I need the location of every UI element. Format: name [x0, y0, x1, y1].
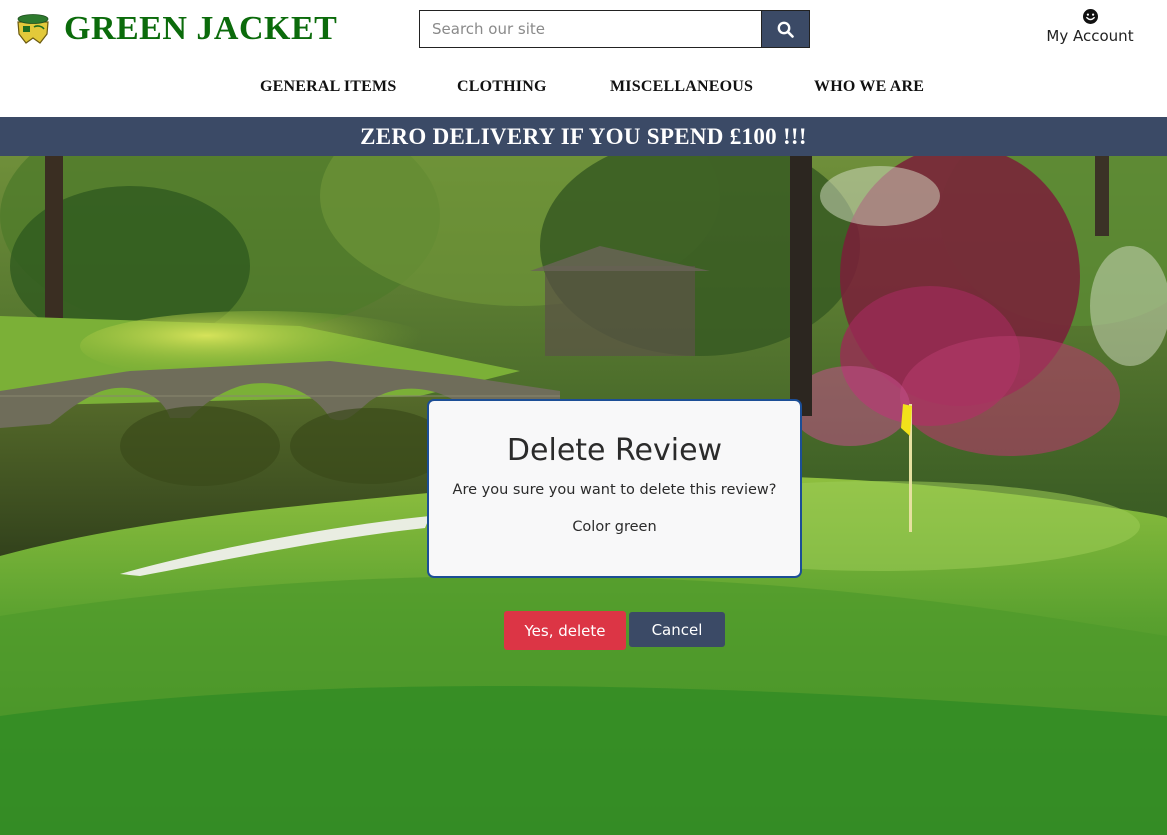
promo-banner-text: ZERO DELIVERY IF YOU SPEND £100 !!!: [360, 123, 807, 149]
my-account-label: My Account: [1046, 27, 1134, 45]
nav-general-items[interactable]: GENERAL ITEMS: [260, 78, 396, 96]
site-logo[interactable]: GREEN JACKET: [14, 12, 337, 46]
confirm-delete-button[interactable]: Yes, delete: [504, 611, 626, 650]
promo-banner: ZERO DELIVERY IF YOU SPEND £100 !!!: [0, 117, 1167, 156]
modal-title: Delete Review: [506, 433, 723, 468]
nav-who-we-are[interactable]: WHO WE ARE: [814, 78, 924, 96]
nav-miscellaneous[interactable]: MISCELLANEOUS: [610, 78, 753, 96]
smiley-user-icon: [1082, 9, 1098, 24]
modal-review-name: Color green: [572, 519, 657, 535]
main-nav: GENERAL ITEMS CLOTHING MISCELLANEOUS WHO…: [0, 78, 1167, 100]
cancel-button[interactable]: Cancel: [629, 612, 725, 647]
search-input[interactable]: [419, 10, 761, 48]
modal-question: Are you sure you want to delete this rev…: [452, 482, 777, 498]
site-header: GREEN JACKET My Account GENERAL ITEMS CL…: [0, 0, 1167, 117]
site-logo-text: GREEN JACKET: [64, 10, 338, 47]
my-account-link[interactable]: My Account: [1040, 8, 1140, 46]
nav-clothing[interactable]: CLOTHING: [457, 78, 547, 96]
delete-review-modal: Delete Review Are you sure you want to d…: [427, 399, 802, 578]
search-button[interactable]: [761, 10, 810, 48]
masters-logo-icon: [17, 14, 49, 44]
search-form: [419, 10, 810, 48]
search-icon: [777, 21, 794, 38]
